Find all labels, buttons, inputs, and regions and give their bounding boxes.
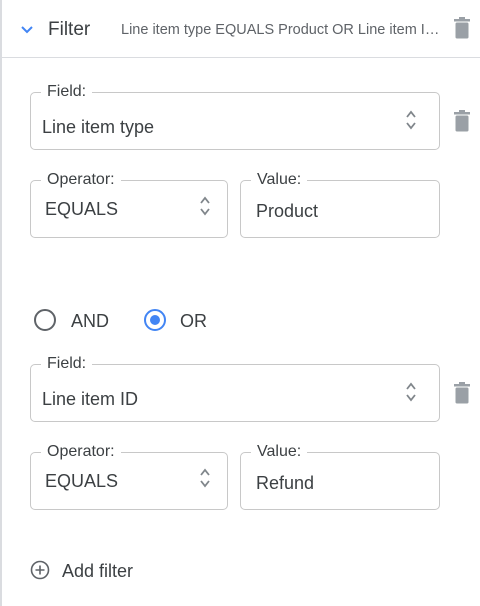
value-input-2[interactable]: Value: Refund (240, 443, 440, 510)
value-text: Refund (256, 473, 315, 493)
or-radio[interactable] (144, 309, 166, 331)
field-select-2[interactable]: Field: Line item ID (30, 355, 440, 422)
operator-value: EQUALS (45, 199, 119, 219)
operator-select-2[interactable]: Operator: EQUALS (30, 443, 228, 510)
add-circle-icon (30, 560, 50, 580)
and-label: AND (71, 311, 110, 331)
and-radio[interactable] (34, 309, 56, 331)
filter-title: Filter (48, 19, 91, 40)
field-legend: Field: (41, 83, 93, 101)
sort-arrows-icon (200, 468, 210, 488)
field-value: Line item ID (42, 389, 139, 409)
value-input-1[interactable]: Value: Product (240, 171, 440, 238)
chevron-down-icon[interactable] (19, 22, 35, 38)
add-filter-button[interactable]: Add filter (30, 558, 170, 584)
field-value: Line item type (42, 117, 155, 137)
sort-arrows-icon (406, 382, 416, 402)
value-legend: Value: (251, 443, 308, 461)
operator-legend: Operator: (41, 443, 121, 461)
operator-value: EQUALS (45, 471, 119, 491)
field-select-1[interactable]: Field: Line item type (30, 83, 440, 150)
delete-condition-trash-icon[interactable] (453, 382, 471, 404)
delete-filter-trash-icon[interactable] (453, 17, 471, 39)
sort-arrows-icon (200, 196, 210, 216)
field-legend: Field: (41, 355, 93, 373)
filter-header[interactable]: Filter Line item type EQUALS Product OR … (2, 0, 480, 58)
add-filter-label: Add filter (62, 561, 134, 581)
value-text: Product (256, 201, 319, 221)
delete-condition-trash-icon[interactable] (453, 110, 471, 132)
or-label: OR (180, 311, 207, 331)
operator-select-1[interactable]: Operator: EQUALS (30, 171, 228, 238)
filter-summary: Line item type EQUALS Product OR Line it… (121, 22, 441, 38)
logic-radio-group: AND OR (34, 309, 234, 333)
sort-arrows-icon (406, 110, 416, 130)
value-legend: Value: (251, 171, 308, 189)
operator-legend: Operator: (41, 171, 121, 189)
filter-panel: Filter Line item type EQUALS Product OR … (0, 0, 480, 606)
